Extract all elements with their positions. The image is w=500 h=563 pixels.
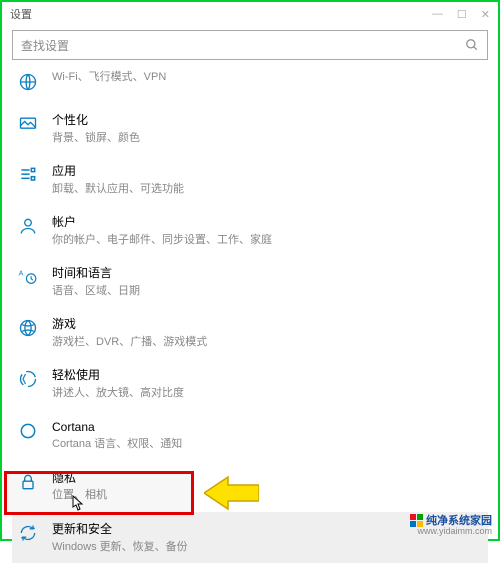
settings-list: Wi-Fi、飞行模式、VPN 个性化 背景、锁屏、颜色 应用 卸载、默认应用、可… [2, 68, 498, 563]
search-box[interactable]: 查找设置 [12, 30, 488, 60]
update-icon [16, 521, 40, 545]
item-title: 应用 [52, 163, 184, 180]
item-title: 时间和语言 [52, 265, 140, 282]
apps-icon [16, 163, 40, 187]
item-desc: Cortana 语言、权限、通知 [52, 437, 182, 451]
item-desc: Windows 更新、恢复、备份 [52, 540, 188, 554]
accounts-icon [16, 214, 40, 238]
window-controls: — ☐ ✕ [432, 8, 490, 21]
watermark-name: 纯净系统家园 [426, 515, 492, 527]
titlebar: 设置 — ☐ ✕ [2, 2, 498, 26]
settings-item-time-language[interactable]: A 时间和语言 语音、区域、日期 [12, 256, 488, 307]
settings-item-accounts[interactable]: 帐户 你的帐户、电子邮件、同步设置、工作、家庭 [12, 205, 488, 256]
privacy-icon [16, 470, 40, 494]
svg-text:A: A [19, 271, 24, 278]
personalize-icon [16, 112, 40, 136]
item-desc: Wi-Fi、飞行模式、VPN [52, 70, 166, 84]
gaming-icon [16, 316, 40, 340]
item-title: Cortana [52, 419, 182, 436]
watermark-url: www.yidaimm.com [410, 527, 492, 537]
item-title: 游戏 [52, 316, 207, 333]
settings-window: 设置 — ☐ ✕ 查找设置 Wi-Fi、飞行模式、VPN 个性化 [0, 0, 500, 541]
watermark: 纯净系统家园 www.yidaimm.com [410, 507, 492, 537]
settings-item-privacy[interactable]: 隐私 位置、相机 [12, 461, 488, 512]
item-title: 隐私 [52, 470, 107, 487]
item-title: 帐户 [52, 214, 272, 231]
ease-icon [16, 367, 40, 391]
search-icon [465, 38, 479, 52]
minimize-button[interactable]: — [432, 8, 443, 21]
item-desc: 语音、区域、日期 [52, 284, 140, 298]
settings-item-ease-of-access[interactable]: 轻松使用 讲述人、放大镜、高对比度 [12, 358, 488, 409]
search-input[interactable]: 查找设置 [21, 37, 465, 54]
close-button[interactable]: ✕ [481, 8, 490, 21]
settings-item-gaming[interactable]: 游戏 游戏栏、DVR、广播、游戏模式 [12, 307, 488, 358]
settings-item-personalization[interactable]: 个性化 背景、锁屏、颜色 [12, 103, 488, 154]
item-desc: 你的帐户、电子邮件、同步设置、工作、家庭 [52, 233, 272, 247]
item-title: 更新和安全 [52, 521, 188, 538]
item-desc: 位置、相机 [52, 488, 107, 502]
window-title: 设置 [10, 6, 432, 22]
item-desc: 背景、锁屏、颜色 [52, 131, 140, 145]
settings-item-network[interactable]: Wi-Fi、飞行模式、VPN [12, 68, 488, 103]
settings-item-cortana[interactable]: Cortana Cortana 语言、权限、通知 [12, 410, 488, 461]
network-icon [16, 70, 40, 94]
item-title: 轻松使用 [52, 367, 184, 384]
time-icon: A [16, 265, 40, 289]
settings-item-apps[interactable]: 应用 卸载、默认应用、可选功能 [12, 154, 488, 205]
item-desc: 游戏栏、DVR、广播、游戏模式 [52, 335, 207, 349]
item-desc: 卸载、默认应用、可选功能 [52, 182, 184, 196]
maximize-button[interactable]: ☐ [457, 8, 467, 21]
item-title: 个性化 [52, 112, 140, 129]
cortana-icon [16, 419, 40, 443]
item-desc: 讲述人、放大镜、高对比度 [52, 386, 184, 400]
